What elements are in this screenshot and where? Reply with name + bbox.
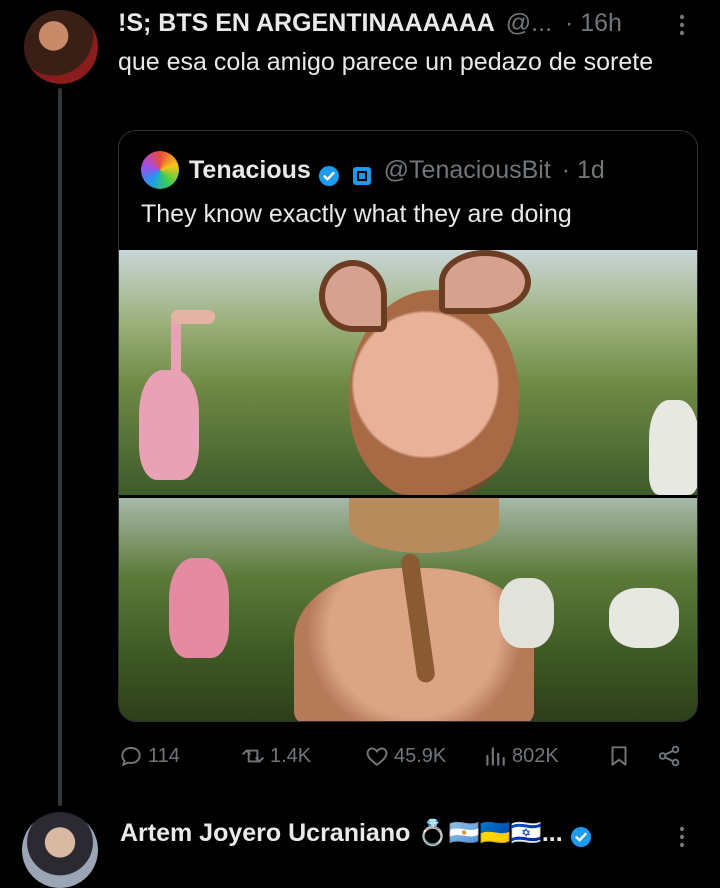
white-flamingo-1: [499, 578, 554, 648]
pink-flamingo: [169, 558, 229, 658]
square-badge-icon: [351, 160, 373, 186]
bookmark-icon: [611, 746, 627, 766]
quote-handle[interactable]: @TenaciousBit: [384, 156, 551, 184]
tweet-time[interactable]: · 16h: [565, 9, 622, 37]
views-icon: [486, 747, 505, 766]
next-avatar[interactable]: [22, 812, 98, 888]
views-count: 802K: [512, 744, 559, 767]
white-flamingo-2: [609, 588, 679, 648]
media-image-bottom[interactable]: [119, 498, 697, 721]
flamingo-head: [171, 310, 215, 324]
retweet-count: 1.4K: [270, 744, 312, 767]
hair-shape: [349, 498, 499, 553]
views-button[interactable]: 802K: [482, 742, 559, 770]
author-handle[interactable]: @...: [506, 9, 552, 37]
thread-line: [58, 88, 62, 806]
retweet-icon: [242, 749, 264, 763]
quoted-tweet-card[interactable]: Tenacious @TenaciousBit · 1d They know e…: [118, 130, 698, 722]
tweet-text: que esa cola amigo parece un pedazo de s…: [118, 48, 654, 76]
reply-icon: [121, 746, 141, 767]
quote-author-name[interactable]: Tenacious: [189, 156, 311, 184]
next-tweet-header: Artem Joyero Ucraniano 💍🇦🇷🇺🇦🇮🇱...: [120, 816, 660, 850]
heart-icon: [366, 747, 388, 766]
quote-time[interactable]: · 1d: [562, 156, 605, 184]
verified-badge-icon: [570, 823, 592, 848]
like-count: 45.9K: [394, 744, 447, 767]
author-name[interactable]: !S; BTS EN ARGENTINAAAAAA: [118, 9, 495, 37]
media-image-top[interactable]: [119, 250, 697, 495]
avatar[interactable]: [24, 10, 98, 84]
reply-button[interactable]: 114: [118, 742, 180, 770]
next-author-emoji: 💍🇦🇷🇺🇦🇮🇱...: [417, 819, 563, 847]
more-vertical-icon[interactable]: [672, 10, 692, 40]
share-icon: [658, 745, 680, 767]
quote-header: Tenacious @TenaciousBit · 1d: [189, 151, 689, 189]
bookmark-button[interactable]: [606, 742, 632, 770]
tweet-header: !S; BTS EN ARGENTINAAAAAA @... · 16h: [118, 6, 678, 40]
quote-text: They know exactly what they are doing: [141, 200, 572, 228]
ear-left: [319, 260, 387, 332]
flamingo-white: [649, 400, 697, 495]
ear-right: [439, 250, 531, 314]
next-author-name[interactable]: Artem Joyero Ucraniano: [120, 819, 410, 847]
share-button[interactable]: [656, 742, 682, 770]
flamingo-shape: [139, 370, 199, 480]
quote-avatar[interactable]: [141, 151, 179, 189]
retweet-button[interactable]: 1.4K: [240, 742, 311, 770]
like-button[interactable]: 45.9K: [364, 742, 446, 770]
more-vertical-icon[interactable]: [672, 822, 692, 851]
flamingo-neck: [171, 315, 181, 385]
verified-badge-icon: [318, 160, 340, 187]
reply-count: 114: [148, 744, 180, 767]
